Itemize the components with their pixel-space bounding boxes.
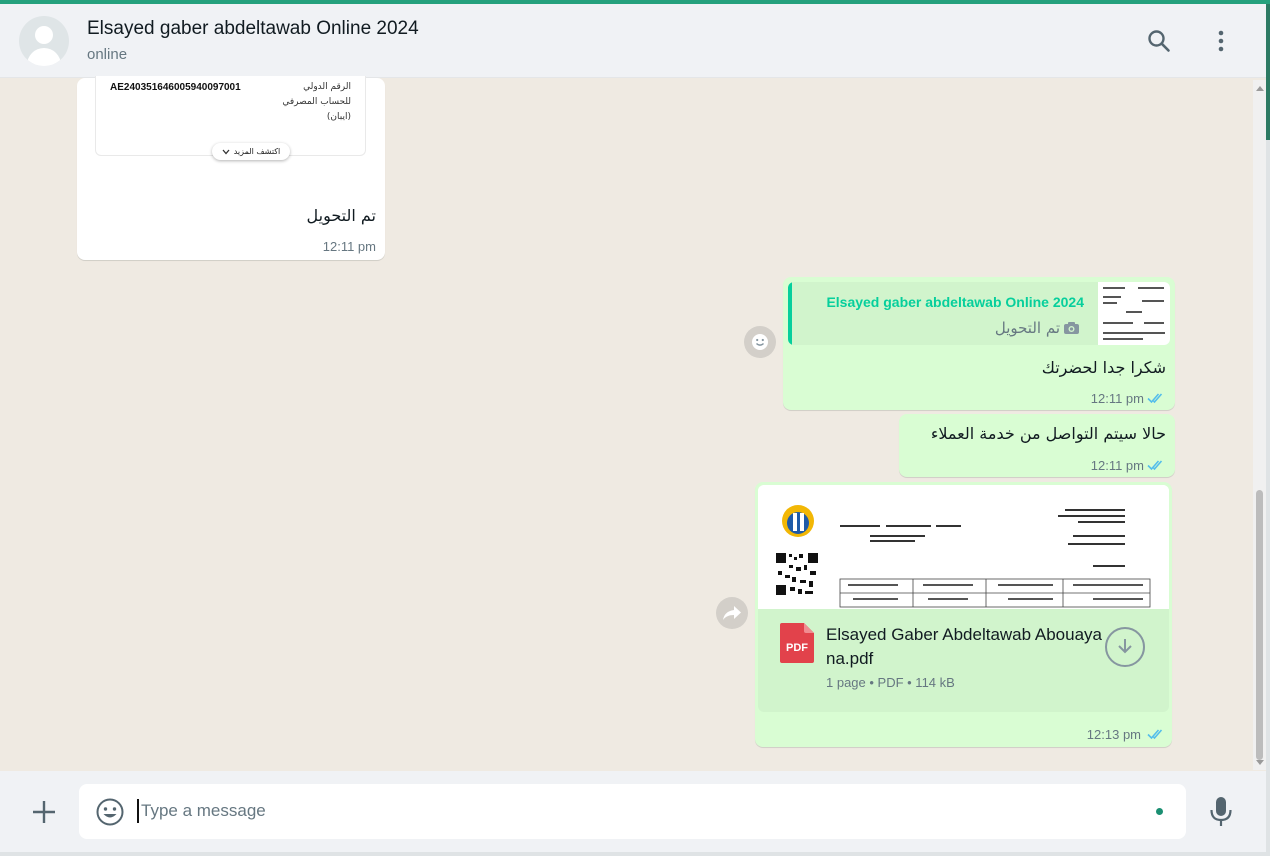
search-button[interactable]	[1142, 24, 1176, 58]
chat-title[interactable]: Elsayed gaber abdeltawab Online 2024	[87, 18, 419, 40]
outgoing-reply-message[interactable]: Elsayed gaber abdeltawab Online 2024 تم …	[783, 277, 1175, 410]
forward-icon	[723, 606, 741, 620]
menu-icon	[1218, 30, 1224, 52]
outgoing-document-message[interactable]: PDF Elsayed Gaber Abdeltawab Abouayana.p…	[755, 482, 1172, 747]
image-preview[interactable]: AE240351646005940097001 الرقم الدولي للح…	[95, 76, 366, 160]
message-text: شكرا جدا لحضرتك	[1041, 358, 1166, 377]
window-bottom-edge	[0, 852, 1270, 856]
message-input[interactable]	[141, 794, 1141, 828]
camera-icon	[1064, 322, 1079, 334]
forward-button[interactable]	[716, 597, 748, 629]
window-right-edge	[1266, 4, 1270, 856]
document-preview[interactable]	[758, 485, 1169, 609]
download-icon	[1118, 639, 1132, 654]
contact-avatar[interactable]	[19, 16, 69, 66]
incoming-image-message[interactable]: AE240351646005940097001 الرقم الدولي للح…	[77, 76, 385, 260]
read-ticks-icon	[1147, 460, 1163, 471]
quoted-message[interactable]: Elsayed gaber abdeltawab Online 2024 تم …	[788, 282, 1170, 345]
avatar-head	[35, 26, 53, 44]
plus-icon	[33, 801, 55, 823]
scroll-up-arrow[interactable]	[1256, 86, 1264, 91]
text-caret	[137, 799, 139, 823]
scrollbar-thumb[interactable]	[1256, 490, 1263, 760]
iban-label-line: للحساب المصرفي	[282, 97, 351, 107]
document-file-name[interactable]: Elsayed Gaber Abdeltawab Abouayana.pdf	[826, 623, 1106, 671]
quote-accent-bar	[788, 282, 792, 345]
document-file-meta: 1 page • PDF • 114 kB	[826, 675, 955, 690]
iban-value: AE240351646005940097001	[110, 82, 241, 93]
attach-button[interactable]	[28, 796, 60, 828]
window-edge-highlight	[1266, 4, 1270, 140]
iban-label-line: (ايبان)	[326, 112, 351, 122]
read-ticks-icon	[1147, 393, 1163, 404]
quoted-image-thumbnail	[1098, 282, 1170, 345]
discover-more-label: اكتشف المزيد	[233, 147, 281, 156]
message-time: 12:11 pm	[322, 239, 376, 254]
chat-header[interactable]: Elsayed gaber abdeltawab Online 2024 onl…	[0, 4, 1266, 78]
document-preview-image	[758, 485, 1169, 609]
emoji-button[interactable]	[95, 797, 125, 827]
message-text: تم التحويل	[306, 206, 377, 225]
emoji-icon	[96, 798, 124, 826]
message-input-box[interactable]	[79, 784, 1186, 839]
mic-icon	[1210, 797, 1232, 826]
react-button[interactable]	[744, 326, 776, 358]
iban-label-line: الرقم الدولي	[303, 82, 351, 92]
status-dot	[1156, 808, 1163, 815]
chat-status: online	[87, 46, 128, 63]
message-time: 12:13 pm	[1086, 727, 1141, 742]
download-button[interactable]	[1105, 627, 1145, 667]
search-icon	[1148, 30, 1170, 52]
message-time: 12:11 pm	[1090, 391, 1144, 406]
read-ticks-icon	[1147, 729, 1163, 740]
pdf-file-icon: PDF	[780, 623, 814, 663]
quoted-author: Elsayed gaber abdeltawab Online 2024	[826, 294, 1084, 310]
message-time: 12:11 pm	[1090, 458, 1144, 473]
emoji-reaction-icon	[752, 334, 768, 350]
pdf-label: PDF	[786, 642, 808, 654]
message-text: حالا سيتم التواصل من خدمة العملاء	[930, 424, 1166, 443]
chat-scrollbar[interactable]	[1253, 80, 1266, 770]
iban-label: الرقم الدولي للحساب المصرفي (ايبان)	[282, 80, 351, 125]
scroll-down-arrow[interactable]	[1256, 760, 1264, 765]
quoted-text: تم التحويل	[994, 319, 1060, 337]
discover-more-pill: اكتشف المزيد	[212, 143, 290, 160]
menu-button[interactable]	[1204, 24, 1238, 58]
chevron-down-icon	[222, 149, 230, 154]
outgoing-text-message[interactable]: حالا سيتم التواصل من خدمة العملاء 12:11 …	[899, 414, 1175, 477]
avatar-body	[27, 48, 61, 66]
document-file-row[interactable]: PDF Elsayed Gaber Abdeltawab Abouayana.p…	[758, 609, 1169, 712]
voice-message-button[interactable]	[1206, 795, 1236, 829]
quoted-text-row: تم التحويل	[995, 319, 1080, 337]
message-composer	[0, 771, 1266, 852]
